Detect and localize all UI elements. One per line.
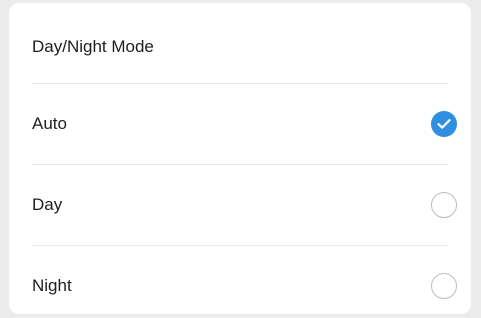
option-auto[interactable]: Auto bbox=[9, 84, 471, 164]
option-day[interactable]: Day bbox=[9, 165, 471, 245]
day-night-mode-dialog: Day/Night Mode Auto Day Night bbox=[9, 3, 471, 314]
option-auto-label: Auto bbox=[32, 114, 67, 133]
option-night-label: Night bbox=[32, 276, 72, 295]
option-day-label: Day bbox=[32, 195, 63, 214]
radio-empty-icon[interactable] bbox=[431, 192, 457, 218]
dialog-header: Day/Night Mode bbox=[9, 3, 471, 83]
page: Day/Night Mode Auto Day Night bbox=[0, 0, 481, 318]
radio-empty-icon[interactable] bbox=[431, 273, 457, 299]
option-night[interactable]: Night bbox=[9, 246, 471, 314]
dialog-title: Day/Night Mode bbox=[32, 37, 154, 56]
check-circle-icon[interactable] bbox=[431, 111, 457, 137]
